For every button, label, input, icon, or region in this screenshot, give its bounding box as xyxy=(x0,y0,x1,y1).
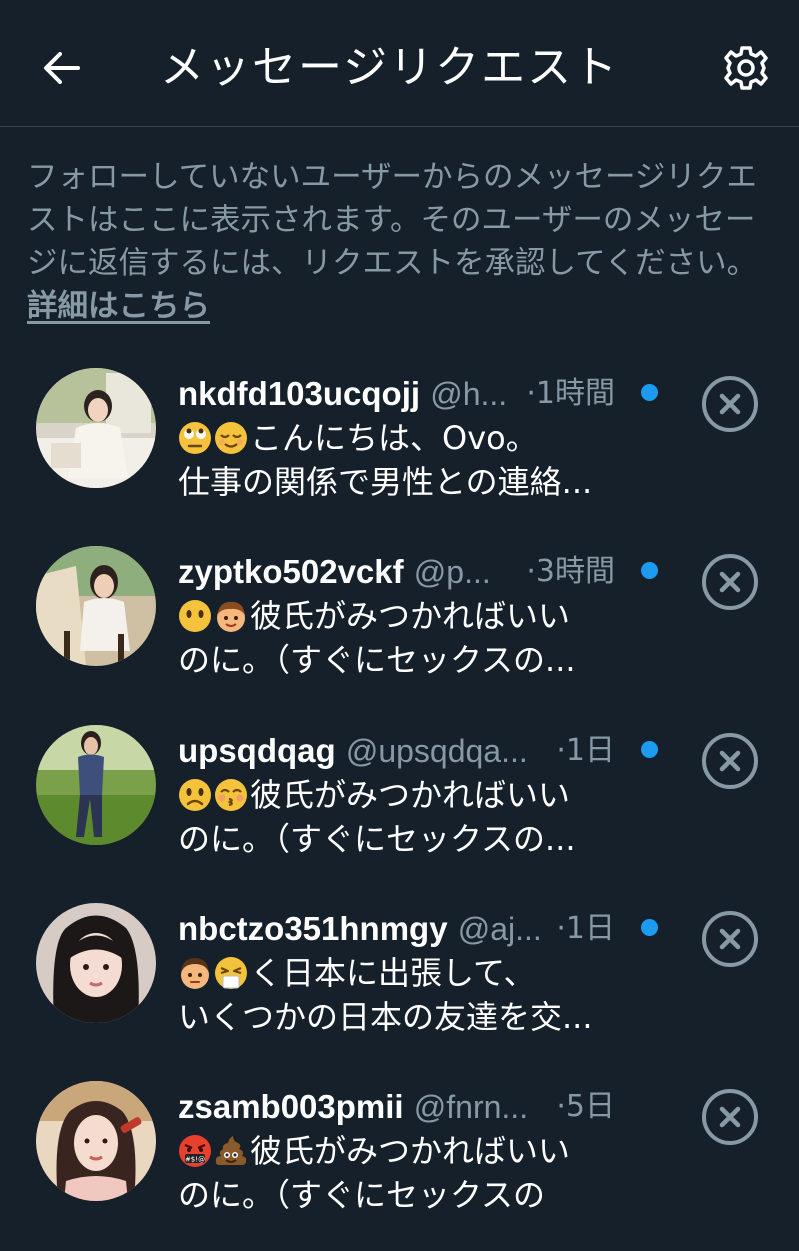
info-text: フォローしていないユーザーからのメッセージリクエストはここに表示されます。そのユ… xyxy=(27,156,775,328)
avatar[interactable] xyxy=(36,903,156,1023)
avatar[interactable] xyxy=(36,725,156,845)
gear-icon[interactable] xyxy=(718,40,774,96)
message-request-item[interactable]: nkdfd103ucqojj @h... ·1時間 こんにちは、Ovo。 仕事の… xyxy=(0,368,799,538)
dismiss-x-icon[interactable] xyxy=(700,374,760,434)
message-line-1: 彼氏がみつかればいい xyxy=(250,776,571,814)
avatar[interactable] xyxy=(36,546,156,666)
unread-indicator xyxy=(641,741,658,758)
relieved-face-icon xyxy=(215,422,247,454)
message-line-1: こんにちは、Ovo。 xyxy=(250,419,538,457)
boy-icon xyxy=(217,601,245,632)
kissing-face-closed-eyes-icon xyxy=(215,779,247,811)
back-arrow-icon[interactable] xyxy=(38,44,86,92)
description-text: フォローしていないユーザーからのメッセージリクエストはここに表示されます。そのユ… xyxy=(27,160,758,281)
sender-handle: @fnrn... xyxy=(413,1089,529,1125)
message-line-2: のに。（すぐにセックスの xyxy=(178,1176,546,1214)
face-with-rolling-eyes-icon xyxy=(179,422,211,454)
header-bar: メッセージリクエスト xyxy=(0,0,799,127)
unread-indicator xyxy=(641,919,658,936)
avatar[interactable] xyxy=(36,368,156,488)
sender-name: zyptko502vckf xyxy=(178,553,404,590)
timestamp: ·5日 xyxy=(550,1085,615,1129)
learn-more-link[interactable]: 詳細はこちら xyxy=(27,289,210,324)
sender-name: upsqdqag xyxy=(178,732,336,769)
dismiss-x-icon[interactable] xyxy=(700,909,760,969)
sender-handle: @p... xyxy=(413,554,491,590)
sender-name: nkdfd103ucqojj xyxy=(178,375,421,412)
timestamp: ·3時間 xyxy=(520,550,615,594)
sender-handle: @h... xyxy=(430,376,508,412)
message-request-item[interactable]: upsqdqag @upsqdqa... ·1日 彼氏がみつかればいい のに。（… xyxy=(0,725,799,895)
svg-text:#$!@: #$!@ xyxy=(185,1156,205,1164)
message-preview: 彼氏がみつかればいい のに。（すぐにセックスの... xyxy=(178,594,618,682)
dismiss-x-icon[interactable] xyxy=(700,1087,760,1147)
message-line-2: のに。（すぐにセックスの... xyxy=(178,641,576,679)
message-preview: く日本に出張して、 いくつかの日本の友達を交... xyxy=(178,951,618,1039)
message-line-2: いくつかの日本の友達を交... xyxy=(178,998,593,1036)
unread-indicator xyxy=(641,384,658,401)
unread-indicator xyxy=(641,562,658,579)
pile-of-poo-icon xyxy=(215,1136,247,1165)
man-icon xyxy=(181,958,209,989)
sender-handle: @upsqdqa... xyxy=(345,733,528,769)
sneezing-face-icon xyxy=(215,957,247,989)
slightly-frowning-face-icon xyxy=(179,779,211,811)
message-request-item[interactable]: zsamb003pmii @fnrn... ·5日 #$!@ 彼氏がみつかればいい… xyxy=(0,1081,799,1251)
message-preview: こんにちは、Ovo。 仕事の関係で男性との連絡... xyxy=(178,416,618,504)
message-line-2: 仕事の関係で男性との連絡... xyxy=(178,463,593,501)
dismiss-x-icon[interactable] xyxy=(700,552,760,612)
message-line-1: く日本に出張して、 xyxy=(250,954,536,992)
message-request-item[interactable]: nbctzo351hnmgy @aj... ·1日 く日本に出張して、 いくつか… xyxy=(0,903,799,1073)
sender-handle: @aj... xyxy=(457,911,542,947)
message-preview: #$!@ 彼氏がみつかればいい のに。（すぐにセックスの xyxy=(178,1129,618,1217)
sender-name: nbctzo351hnmgy xyxy=(178,910,448,947)
avatar[interactable] xyxy=(36,1081,156,1201)
timestamp: ·1時間 xyxy=(520,372,615,416)
face-with-symbols-on-mouth-icon: #$!@ xyxy=(179,1135,211,1167)
timestamp: ·1日 xyxy=(550,729,615,773)
message-line-1: 彼氏がみつかればいい xyxy=(250,1132,571,1170)
message-line-1: 彼氏がみつかればいい xyxy=(250,597,571,635)
face-without-mouth-icon xyxy=(179,600,211,632)
page-title: メッセージリクエスト xyxy=(160,42,620,93)
message-line-2: のに。（すぐにセックスの... xyxy=(178,820,576,858)
message-request-item[interactable]: zyptko502vckf @p... ·3時間 彼氏がみつかればいい のに。（… xyxy=(0,546,799,716)
sender-name: zsamb003pmii xyxy=(178,1088,404,1125)
timestamp: ·1日 xyxy=(550,907,615,951)
message-preview: 彼氏がみつかればいい のに。（すぐにセックスの... xyxy=(178,773,618,861)
dismiss-x-icon[interactable] xyxy=(700,731,760,791)
